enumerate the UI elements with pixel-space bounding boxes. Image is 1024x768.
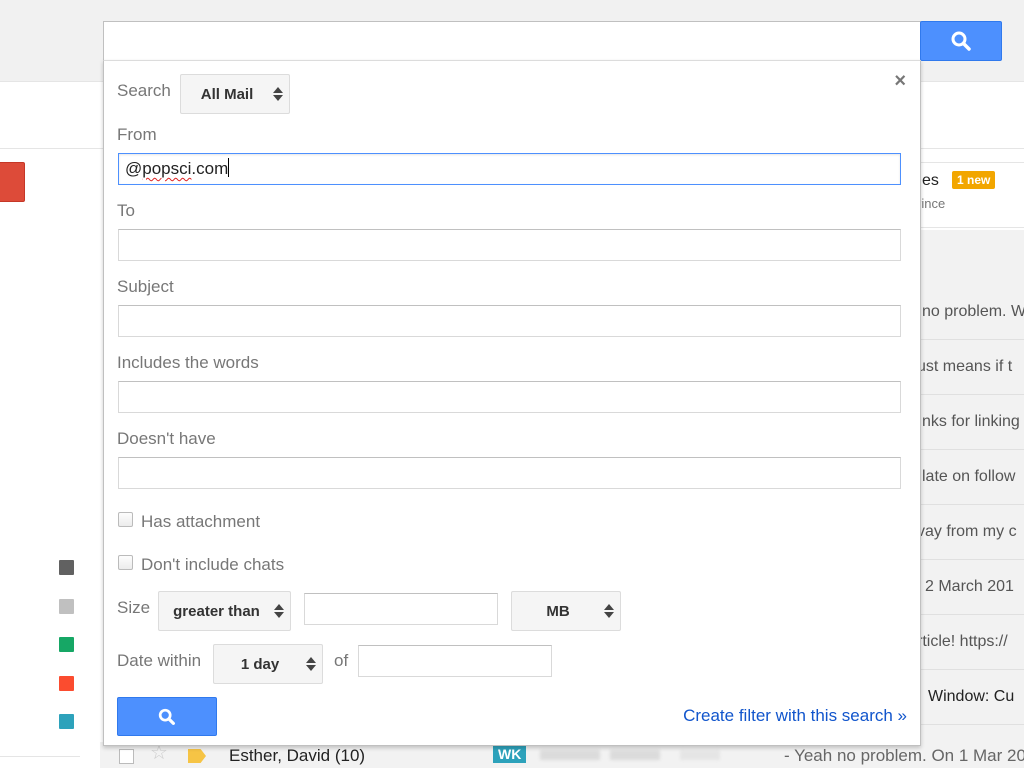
of-label: of [334,651,349,670]
from-value-suffix: .com [191,159,229,178]
from-value-prefix: @ [125,159,143,178]
has-attachment-label[interactable]: Has attachment [141,512,260,532]
email-snippet: 2 March 201 [925,578,1014,595]
from-label: From [117,125,157,144]
email-snippet: rticle! https:// [917,633,1008,650]
blurred-subject [540,750,740,760]
email-snippet: Window: Cu [928,688,1015,705]
dont-include-chats-checkbox[interactable] [118,555,133,570]
size-label: Size [117,598,151,617]
close-icon[interactable]: × [894,71,906,91]
email-snippet: late on follow [922,468,1016,485]
size-unit-value: MB [546,602,570,620]
date-within-select[interactable]: 1 day [213,644,323,684]
email-snippet: - Yeah no problem. On 1 Mar 20 [784,746,1024,765]
date-within-value: 1 day [240,655,280,673]
label-color-swatch[interactable] [59,676,74,691]
label-tag: WK [493,745,527,763]
doesnt-have-field[interactable] [118,457,901,489]
from-value-misspelled: popsci [142,159,192,178]
size-operator-select[interactable]: greater than [158,591,291,631]
dont-include-chats-label[interactable]: Don't include chats [141,555,284,575]
importance-marker-icon[interactable] [188,749,206,763]
email-snippet: nks for linking [922,413,1020,430]
email-sender: Esther, David (10) [229,746,366,765]
search-icon [158,708,175,725]
new-count-badge: 1 new [952,171,996,189]
star-icon[interactable]: ☆ [150,743,168,763]
row-checkbox[interactable] [119,749,134,764]
advanced-search-dialog: × Search All Mail From @popsci.com To Su… [103,60,921,746]
label-color-swatch[interactable] [59,560,74,575]
updown-arrows-icon [598,604,620,618]
inbox-tab-subtitle: rince [917,196,946,211]
label-color-swatch[interactable] [59,599,74,614]
label-color-swatch[interactable] [59,637,74,652]
size-operator-value: greater than [173,602,260,620]
includes-words-field[interactable] [118,381,901,413]
from-field[interactable]: @popsci.com [118,153,901,185]
email-snippet: no problem. W [922,303,1024,320]
search-submit-button[interactable] [117,697,217,736]
search-scope-label: Search [117,81,171,100]
updown-arrows-icon [300,657,322,671]
subject-field[interactable] [118,305,901,337]
date-of-field[interactable] [358,645,552,677]
search-scope-value: All Mail [200,85,254,103]
updown-arrows-icon [267,87,289,101]
subject-label: Subject [117,277,174,296]
size-value-field[interactable] [304,593,498,625]
inbox-tab-title: es [922,172,939,189]
email-snippet: vay from my c [917,523,1017,540]
create-filter-link[interactable]: Create filter with this search » [683,706,907,726]
main-search-input[interactable] [103,21,921,61]
updown-arrows-icon [268,604,290,618]
date-within-label: Date within [117,651,202,670]
includes-words-label: Includes the words [117,353,259,372]
search-scope-select[interactable]: All Mail [180,74,290,114]
size-unit-select[interactable]: MB [511,591,621,631]
doesnt-have-label: Doesn't have [117,429,216,448]
search-icon [951,31,971,51]
label-color-swatch[interactable] [59,714,74,729]
sidebar-divider [0,756,80,757]
to-label: To [117,201,135,220]
main-search-button[interactable] [920,21,1002,61]
has-attachment-checkbox[interactable] [118,512,133,527]
compose-button[interactable] [0,162,25,202]
email-snippet: ust means if t [917,358,1013,375]
to-field[interactable] [118,229,901,261]
text-caret [228,158,230,177]
